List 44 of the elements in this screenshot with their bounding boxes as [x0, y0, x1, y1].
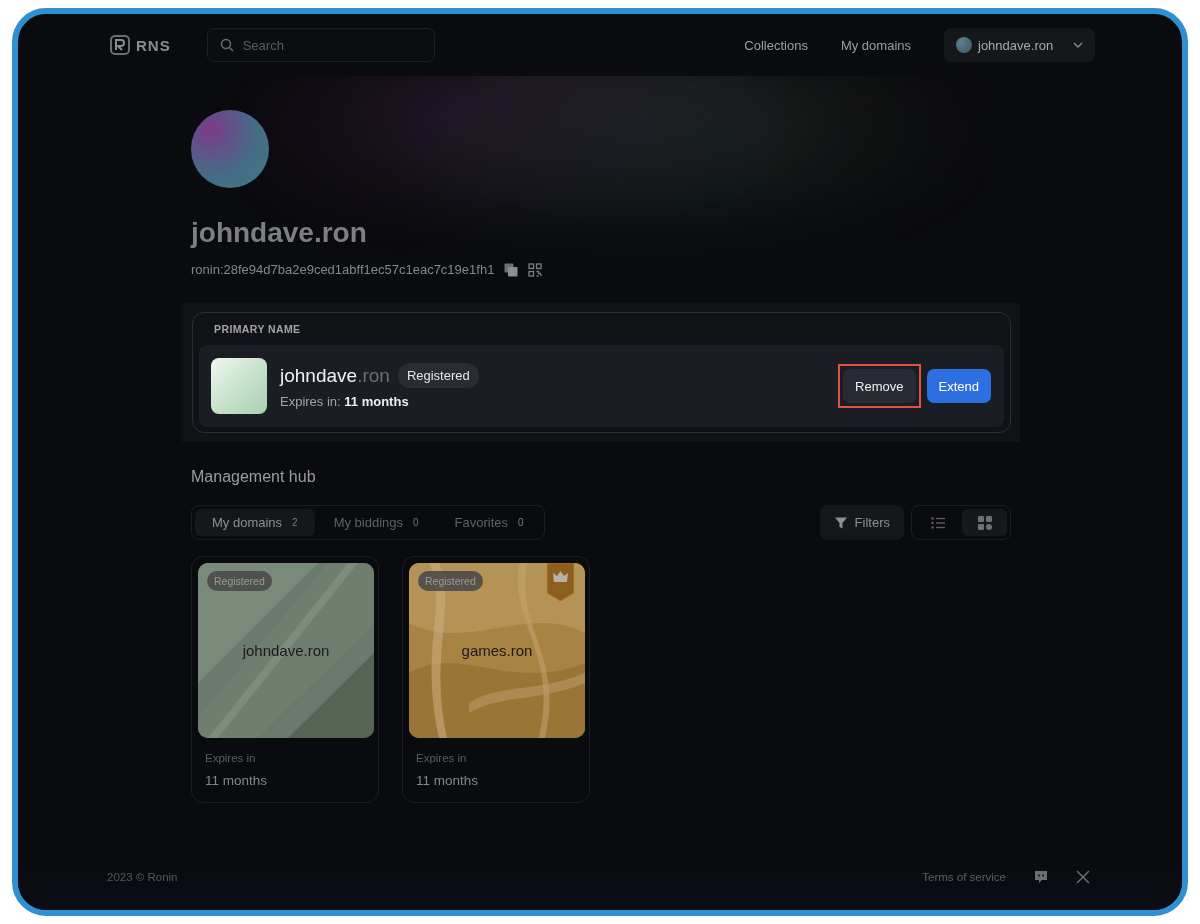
- copy-icon[interactable]: [504, 262, 519, 277]
- qr-code-icon[interactable]: [528, 262, 543, 277]
- section-label: PRIMARY NAME: [214, 323, 301, 335]
- chevron-icon: [1073, 42, 1083, 48]
- copyright-text: 2023 © Ronin: [107, 871, 178, 883]
- list-icon: [930, 516, 945, 529]
- search-icon: [219, 38, 234, 52]
- grid-icon: [977, 515, 992, 530]
- avatar-icon: [956, 37, 972, 53]
- x-logo-icon[interactable]: [1076, 870, 1090, 884]
- tab[interactable]: Favorites 0: [437, 509, 541, 536]
- status-badge: Registered: [418, 571, 483, 591]
- status-badge: Registered: [397, 363, 479, 388]
- expiry-text: Expires in: 11 months: [280, 394, 410, 409]
- action-button[interactable]: Extend: [926, 369, 991, 403]
- chat-icon[interactable]: [1034, 870, 1048, 884]
- logo-text: RNS: [136, 36, 171, 54]
- status-badge: Registered: [207, 571, 272, 591]
- action-button[interactable]: Remove: [843, 369, 916, 403]
- expiry-label: Expires in: [205, 752, 257, 764]
- domain-thumbnail: [211, 358, 267, 414]
- tab[interactable]: My biddings 0: [316, 509, 436, 536]
- expiry-value: 11 months: [416, 773, 480, 788]
- domain-card[interactable]: Registered johndave.ron Expires in 11 months: [191, 556, 379, 803]
- profile-name: johndave.ron: [191, 216, 368, 250]
- section-title: Management hub: [191, 468, 317, 486]
- view-toggle[interactable]: [962, 509, 1007, 536]
- footer-link[interactable]: Terms of service: [922, 871, 1006, 883]
- nav-link[interactable]: My domains: [840, 37, 911, 53]
- expiry-label: Expires in: [416, 752, 468, 764]
- domain-name: johndave.ron: [280, 364, 390, 387]
- tab[interactable]: My domains 2: [195, 509, 315, 536]
- logo-icon: [110, 35, 130, 55]
- expiry-value: 11 months: [205, 773, 269, 788]
- account-button[interactable]: johndave.ron: [944, 28, 1095, 62]
- filters-button[interactable]: Filters: [819, 505, 904, 540]
- wallet-address: ronin:28fe94d7ba2e9ced1abff1ec57c1eac7c19e1fh1: [191, 262, 495, 277]
- nav-link[interactable]: Collections: [744, 37, 808, 53]
- crown-ribbon-icon: [547, 563, 574, 601]
- domain-card[interactable]: Registered games.ron Expires in 11 months: [402, 556, 590, 803]
- domain-name: johndave.ron: [241, 642, 331, 659]
- filter-icon: [833, 515, 848, 530]
- search-field[interactable]: Search: [206, 28, 435, 62]
- domain-name: games.ron: [460, 642, 534, 659]
